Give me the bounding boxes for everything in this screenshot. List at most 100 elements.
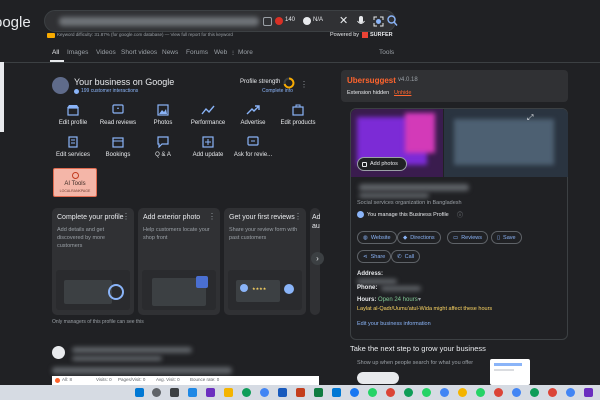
performance-button[interactable]: Performance (183, 104, 233, 126)
store-icon[interactable] (332, 388, 341, 397)
bookings-button[interactable]: Bookings (93, 136, 143, 158)
photos-button[interactable]: Photos (138, 104, 188, 126)
search-box[interactable]: 140 N/A ✕ (44, 10, 398, 32)
chrome-profile-4-icon[interactable] (458, 388, 467, 397)
task-card-exterior-photo[interactable]: Add exterior photo Help customers locate… (138, 208, 220, 315)
word-icon[interactable] (278, 388, 287, 397)
call-button[interactable]: ✆ Call (391, 250, 421, 263)
add-update-button[interactable]: Add update (183, 136, 233, 158)
tab-short-videos[interactable]: Short videos (121, 49, 157, 56)
unhide-link[interactable]: Unhide (394, 90, 411, 96)
clear-icon[interactable]: ✕ (339, 14, 348, 27)
qa-button[interactable]: Q & A (138, 136, 188, 158)
lens-icon[interactable] (373, 16, 384, 27)
add-photos-button[interactable]: Add photos (357, 157, 407, 171)
tab-tools[interactable]: Tools (379, 49, 394, 56)
share-icon: ⋖ (363, 253, 368, 260)
phone-icon: ✆ (397, 253, 402, 260)
edge-icon[interactable] (242, 388, 251, 397)
directions-label: Directions (410, 234, 435, 241)
kebab-menu-icon[interactable]: ⋮ (208, 212, 216, 221)
bookmark-icon: ▯ (497, 234, 501, 241)
read-reviews-button[interactable]: Read reviews (93, 104, 143, 126)
start-icon[interactable] (135, 388, 144, 397)
ask-for-reviews-button[interactable]: Ask for revie... (228, 136, 278, 158)
google-logo[interactable]: oogle (0, 14, 31, 31)
share-button[interactable]: ⋖ Share (357, 250, 392, 263)
tab-forums[interactable]: Forums (186, 49, 208, 56)
edit-business-info-link[interactable]: Edit your business information (357, 321, 431, 327)
chrome-icon[interactable] (260, 388, 269, 397)
whatsapp-icon[interactable] (368, 388, 377, 397)
keyword-difficulty[interactable]: Keyword difficulty: 31.87% (for google.c… (57, 32, 233, 37)
mic-icon[interactable] (357, 16, 365, 27)
website-button[interactable]: ◍ Website (357, 231, 397, 244)
get-started-button[interactable] (357, 372, 399, 384)
task-title-cont: au (312, 223, 320, 230)
more-dots-icon[interactable]: ⁝ (232, 49, 234, 57)
chrome-profile-3-icon[interactable] (440, 388, 449, 397)
file-explorer-icon[interactable] (224, 388, 233, 397)
customer-interactions[interactable]: 199 customer interactions (81, 88, 138, 94)
task-card-first-reviews[interactable]: Get your first reviews Share your review… (224, 208, 306, 315)
chrome-profile-7-icon[interactable] (530, 388, 539, 397)
ai-tools-button[interactable]: AI Tools LOCALRANKPAGE (53, 168, 97, 197)
phone-row: Phone: (357, 285, 377, 291)
edit-services-button[interactable]: Edit services (48, 136, 98, 158)
app-icon[interactable] (584, 388, 593, 397)
tab-images[interactable]: Images (67, 49, 88, 56)
business-photo-secondary[interactable] (444, 109, 568, 177)
square-icon[interactable] (263, 17, 272, 26)
photos-label: Photos (153, 120, 173, 126)
task-description: Add details and get discovered by more c… (57, 227, 105, 249)
tab-all[interactable]: All (52, 49, 59, 56)
chrome-profile-9-icon[interactable] (566, 388, 575, 397)
result-site-blurred (72, 347, 192, 353)
whatsapp-3-icon[interactable] (476, 388, 485, 397)
calendar-icon (112, 137, 124, 148)
carousel-next-icon[interactable]: › (311, 252, 324, 265)
result-favicon (52, 346, 65, 359)
surfer-brand[interactable]: SURFER (370, 32, 393, 38)
chrome-profile-icon[interactable] (386, 388, 395, 397)
help-icon[interactable]: ⓘ (457, 210, 463, 219)
website-label: Website (370, 234, 391, 241)
search-icon[interactable] (387, 15, 398, 27)
share-label: Share (370, 253, 386, 260)
edit-products-button[interactable]: Edit products (273, 104, 323, 126)
widgets-icon[interactable] (188, 388, 197, 397)
powerpoint-icon[interactable] (296, 388, 305, 397)
kebab-menu-icon[interactable]: ⋮ (294, 212, 302, 221)
chrome-profile-2-icon[interactable] (404, 388, 413, 397)
hours-value[interactable]: Open 24 hours (378, 297, 418, 303)
chrome-profile-8-icon[interactable] (548, 388, 557, 397)
task-card-complete-profile[interactable]: Complete your profile Add details and ge… (52, 208, 134, 315)
excel-icon[interactable] (314, 388, 323, 397)
edit-profile-button[interactable]: Edit profile (48, 104, 98, 126)
chrome-profile-5-icon[interactable] (494, 388, 503, 397)
advertise-button[interactable]: Advertise (228, 104, 278, 126)
kebab-menu-icon[interactable]: ⋮ (122, 212, 130, 221)
chrome-profile-6-icon[interactable] (512, 388, 521, 397)
tab-web[interactable]: Web (214, 49, 227, 56)
save-button[interactable]: ▯ Save (491, 231, 522, 244)
ask-for-reviews-label: Ask for revie... (233, 152, 273, 158)
teams-icon[interactable] (206, 388, 215, 397)
tab-news[interactable]: News (162, 49, 178, 56)
hours-row[interactable]: Hours: (357, 297, 376, 303)
arrow-trend-icon (246, 105, 260, 115)
phone-label: Phone: (357, 285, 378, 291)
chevron-down-icon[interactable]: ▾ (418, 296, 421, 303)
expand-icon[interactable]: ⤢ (527, 113, 533, 123)
task-view-icon[interactable] (170, 388, 179, 397)
task-description: Help customers locate your shop front (143, 227, 210, 241)
whatsapp-2-icon[interactable] (422, 388, 431, 397)
tab-more[interactable]: More (238, 49, 253, 56)
search-taskbar-icon[interactable] (152, 388, 161, 397)
tab-videos[interactable]: Videos (96, 49, 116, 56)
reviews-button[interactable]: ▭ Reviews (447, 231, 488, 244)
qa-label: Q & A (155, 152, 171, 158)
kebab-menu-icon[interactable]: ⋮ (300, 80, 308, 89)
facebook-icon[interactable] (350, 388, 359, 397)
directions-button[interactable]: ◆ Directions (397, 231, 441, 244)
